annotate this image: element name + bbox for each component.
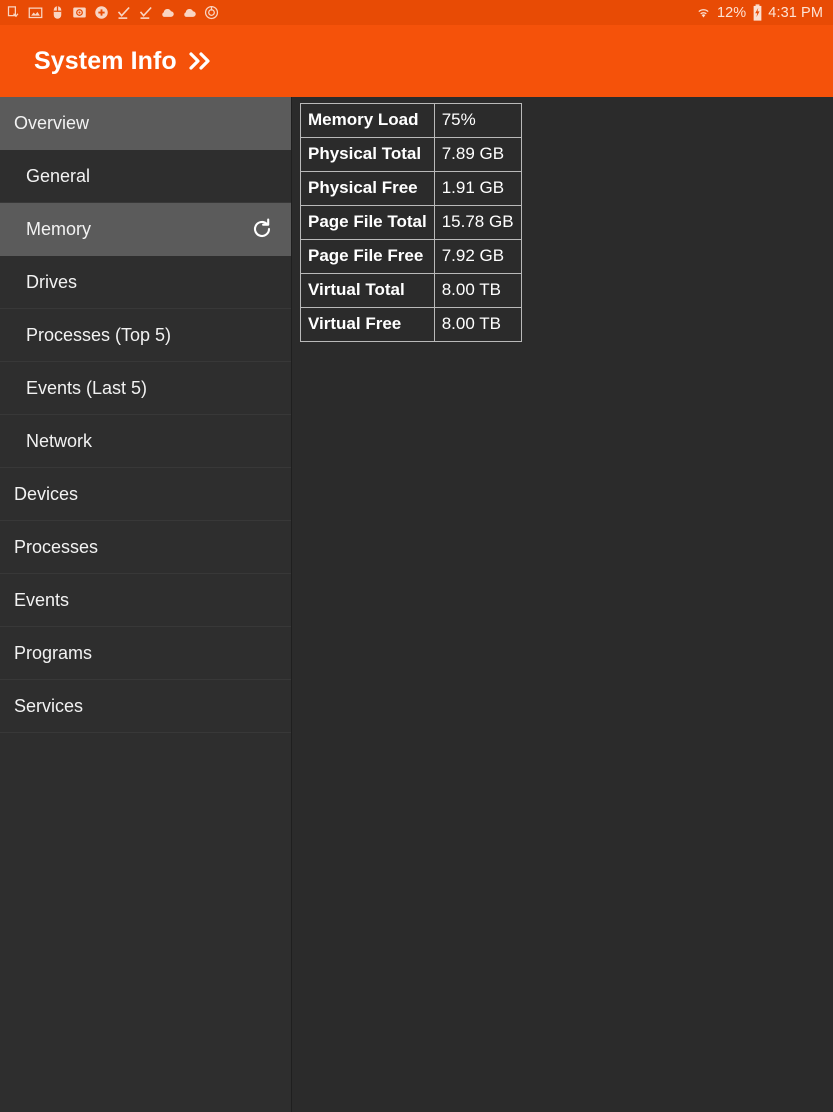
sidebar-item-label: Overview — [14, 112, 90, 133]
memory-table-value-cell: 8.00 TB — [433, 307, 522, 342]
mouse-icon — [53, 6, 62, 19]
memory-table-value-cell: 7.92 GB — [433, 239, 522, 274]
sidebar-item-label: Devices — [14, 483, 79, 504]
cloud-icon-2 — [184, 8, 196, 17]
image-icon — [28, 7, 43, 19]
battery-percent-label: 12% — [716, 4, 747, 21]
photo-tag-icon — [73, 7, 86, 18]
sidebar-item-devices[interactable]: Devices — [0, 468, 291, 521]
notification-icons — [6, 5, 219, 20]
sidebar-item-drives[interactable]: Drives — [0, 256, 291, 309]
memory-table-key-cell: Physical Total — [300, 137, 435, 172]
sidebar-item-overview[interactable]: Overview — [0, 97, 291, 150]
cloud-icon — [162, 8, 174, 17]
refresh-icon[interactable] — [249, 216, 275, 242]
sidebar-item-label: General — [26, 165, 91, 186]
table-row: Memory Load 75% — [300, 103, 522, 138]
power-timer-icon — [204, 5, 219, 20]
sidebar-item-memory[interactable]: Memory — [0, 203, 291, 256]
memory-table-key-cell: Page File Free — [300, 239, 435, 274]
sidebar-item-services[interactable]: Services — [0, 680, 291, 733]
table-row: Page File Total 15.78 GB — [300, 205, 522, 240]
table-row: Page File Free 7.92 GB — [300, 239, 522, 274]
main-content: Memory Load 75% Physical Total 7.89 GB Physi… — [292, 97, 833, 1112]
memory-table-key-cell: Page File Total — [300, 205, 435, 240]
table-row: Physical Total 7.89 GB — [300, 137, 522, 172]
battery-charging-icon — [753, 4, 762, 21]
check-download-icon-2 — [139, 6, 152, 19]
sidebar-item-events[interactable]: Events — [0, 574, 291, 627]
add-circle-icon — [95, 6, 108, 19]
memory-table-value-cell: 75% — [433, 103, 522, 138]
wifi-icon — [698, 9, 709, 18]
check-download-icon — [117, 6, 130, 19]
sidebar-item-label: Memory — [26, 218, 92, 239]
double-chevron-right-icon[interactable] — [186, 49, 216, 73]
app-body: Overview General Memory Drives Processes (To… — [0, 97, 833, 1112]
memory-table-value-cell: 1.91 GB — [433, 171, 522, 206]
memory-table-value-cell: 8.00 TB — [433, 273, 522, 308]
status-bar-right: 12% 4:31 PM — [695, 4, 823, 21]
sidebar-item-label: Network — [26, 430, 93, 451]
sidebar-item-label: Drives — [26, 271, 78, 292]
sidebar-item-general[interactable]: General — [0, 150, 291, 203]
clock-label: 4:31 PM — [768, 4, 823, 21]
sidebar-navigation: Overview General Memory Drives Processes (To… — [0, 97, 292, 1112]
memory-table-key-cell: Memory Load — [300, 103, 435, 138]
sidebar-item-label: Programs — [14, 642, 93, 663]
table-row: Virtual Free 8.00 TB — [300, 307, 522, 342]
memory-table-value-cell: 15.78 GB — [433, 205, 522, 240]
sidebar-item-label: Processes — [14, 536, 99, 557]
table-row: Virtual Total 8.00 TB — [300, 273, 522, 308]
app-title-bar: System Info — [0, 25, 833, 97]
table-row: Physical Free 1.91 GB — [300, 171, 522, 206]
sidebar-item-network[interactable]: Network — [0, 415, 291, 468]
memory-table-key-cell: Virtual Total — [300, 273, 435, 308]
sidebar-item-programs[interactable]: Programs — [0, 627, 291, 680]
sidebar-item-events-last-5[interactable]: Events (Last 5) — [0, 362, 291, 415]
screenshot-icon — [7, 6, 19, 18]
status-bar: 12% 4:31 PM — [0, 0, 833, 25]
memory-table-key-cell: Virtual Free — [300, 307, 435, 342]
sidebar-item-label: Services — [14, 695, 84, 716]
sidebar-item-label: Processes (Top 5) — [26, 324, 172, 345]
memory-table-value-cell: 7.89 GB — [433, 137, 522, 172]
sidebar-item-label: Events — [14, 589, 70, 610]
sidebar-item-processes-top-5[interactable]: Processes (Top 5) — [0, 309, 291, 362]
sidebar-item-processes[interactable]: Processes — [0, 521, 291, 574]
sidebar-item-label: Events (Last 5) — [26, 377, 148, 398]
page-title: System Info — [34, 46, 177, 75]
memory-table-key-cell: Physical Free — [300, 171, 435, 206]
memory-info-table: Memory Load 75% Physical Total 7.89 GB Physi… — [300, 103, 522, 342]
